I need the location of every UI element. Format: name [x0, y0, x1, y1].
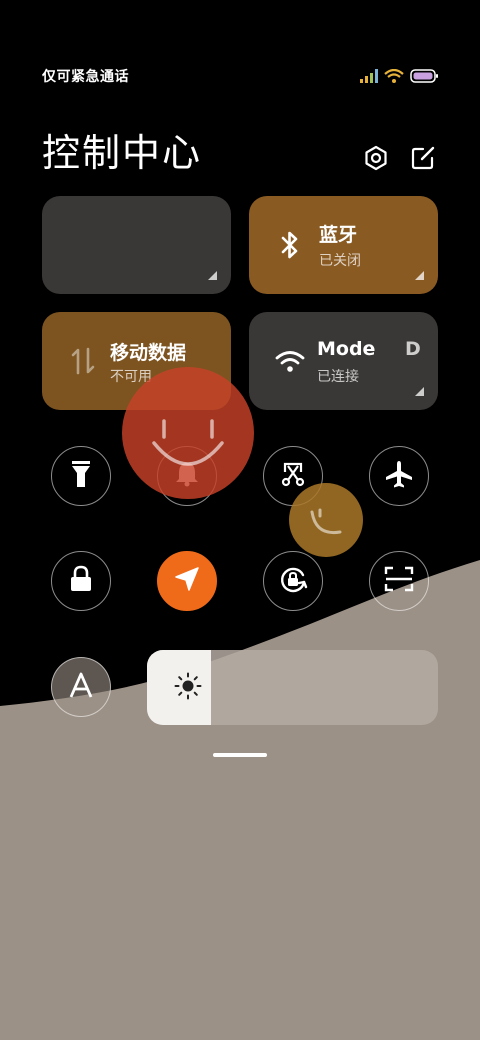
- sun-icon: [173, 671, 203, 705]
- wifi-icon: [275, 346, 305, 376]
- mobile-data-tile[interactable]: 移动数据 不可用: [42, 312, 231, 410]
- scan-icon: [384, 565, 414, 597]
- location-toggle[interactable]: [157, 551, 217, 611]
- settings-button[interactable]: [360, 144, 392, 176]
- page-title: 控制中心: [42, 131, 203, 175]
- settings-icon: [363, 145, 389, 175]
- signal-icon: [360, 68, 378, 87]
- wifi-status: 已连接: [317, 369, 359, 385]
- expand-corner-icon: [415, 271, 424, 280]
- scanner-button[interactable]: [369, 551, 429, 611]
- font-a-icon: [67, 671, 95, 703]
- wifi-status-icon: [384, 68, 404, 87]
- wifi-network-name-suffix: D: [405, 338, 421, 360]
- carrier-status-text: 仅可紧急通话: [42, 69, 129, 85]
- status-icons: [360, 68, 438, 87]
- airplane-icon: [384, 459, 414, 493]
- brightness-slider[interactable]: [147, 650, 438, 725]
- control-center-screen: 仅可紧急通话 控制中心 蓝牙 已关闭 移动数据 不可用 Mode D 已连接: [0, 0, 480, 1040]
- mobile-data-status: 不可用: [110, 369, 152, 385]
- rotation-lock-icon: [277, 563, 309, 599]
- wifi-tile[interactable]: Mode D 已连接: [249, 312, 438, 410]
- flashlight-icon: [70, 460, 92, 492]
- scissors-icon: [279, 460, 307, 492]
- bell-icon: [174, 460, 200, 492]
- screenshot-toggle[interactable]: [263, 446, 323, 506]
- home-indicator[interactable]: [213, 753, 267, 757]
- flashlight-toggle[interactable]: [51, 446, 111, 506]
- mobile-data-title: 移动数据: [110, 342, 187, 364]
- lock-screen-button[interactable]: [51, 551, 111, 611]
- battery-icon: [410, 68, 438, 87]
- expand-corner-icon: [208, 271, 217, 280]
- rotation-lock-toggle[interactable]: [263, 551, 323, 611]
- bluetooth-icon: [275, 230, 305, 260]
- wifi-network-name: Mode: [317, 338, 376, 360]
- airplane-toggle[interactable]: [369, 446, 429, 506]
- status-bar: 仅可紧急通话: [42, 66, 438, 88]
- edit-icon: [410, 145, 436, 175]
- font-size-button[interactable]: [51, 657, 111, 717]
- expand-corner-icon: [415, 387, 424, 396]
- lock-icon: [69, 565, 93, 597]
- edit-button[interactable]: [407, 144, 439, 176]
- location-arrow-icon: [173, 565, 201, 597]
- bluetooth-status: 已关闭: [319, 253, 361, 269]
- silent-toggle[interactable]: [157, 446, 217, 506]
- bluetooth-title: 蓝牙: [319, 224, 358, 246]
- data-arrows-icon: [68, 346, 98, 376]
- bluetooth-tile[interactable]: 蓝牙 已关闭: [249, 196, 438, 294]
- media-tile[interactable]: [42, 196, 231, 294]
